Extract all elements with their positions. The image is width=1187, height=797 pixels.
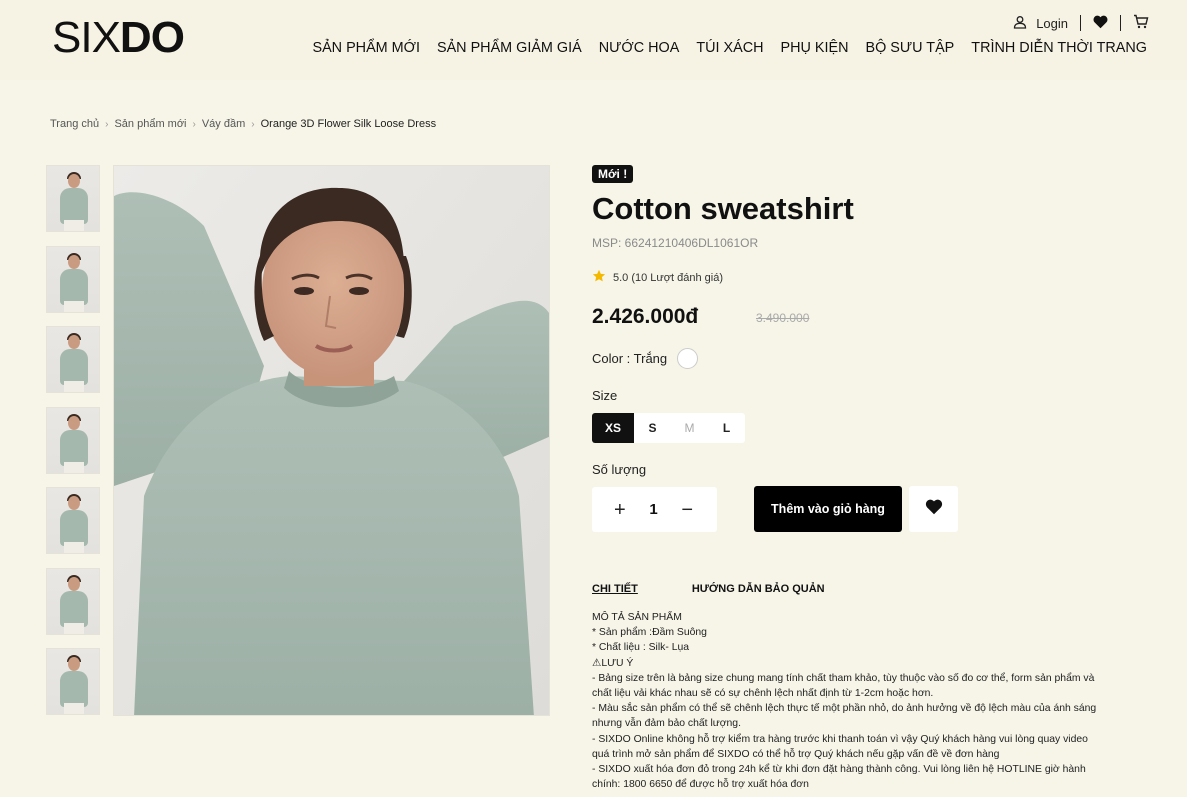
quantity-stepper: + 1 −	[592, 487, 717, 532]
site-header: SIXDO Login SẢN PHẨM MỚI SẢN PHẨM GIẢM G…	[0, 0, 1187, 80]
description-line: * Chất liệu : Silk- Lụa	[592, 642, 690, 654]
breadcrumb-home[interactable]: Trang chủ	[50, 118, 99, 130]
thumbnail-gallery	[46, 165, 100, 729]
size-option-m[interactable]: M	[671, 413, 708, 443]
color-swatch-white[interactable]	[677, 348, 699, 369]
detail-tabs: CHI TIẾT HƯỚNG DẪN BẢO QUẢN	[592, 583, 825, 595]
size-selector: XS S M L	[592, 413, 745, 443]
divider	[1120, 15, 1121, 31]
product-rating[interactable]: 5.0 (10 Lượt đánh giá)	[592, 269, 723, 286]
original-price: 3.490.000	[756, 311, 810, 325]
chevron-right-icon: ›	[251, 118, 255, 130]
product-thumbnail[interactable]	[46, 326, 100, 393]
utility-bar: Login	[1013, 14, 1149, 32]
size-label: Size	[592, 388, 618, 403]
star-icon	[592, 269, 606, 286]
description-heading: MÔ TẢ SẢN PHẨM	[592, 612, 682, 623]
tab-care-instructions[interactable]: HƯỚNG DẪN BẢO QUẢN	[692, 583, 825, 595]
sixdo-logo[interactable]: SIXDO	[52, 13, 185, 62]
heart-icon	[925, 499, 943, 520]
login-label: Login	[1036, 15, 1068, 31]
nav-item-new-products[interactable]: SẢN PHẨM MỚI	[312, 40, 420, 56]
product-thumbnail[interactable]	[46, 648, 100, 715]
main-nav: SẢN PHẨM MỚI SẢN PHẨM GIẢM GIÁ NƯỚC HOA …	[312, 40, 1147, 56]
nav-item-handbags[interactable]: TÚI XÁCH	[696, 40, 763, 56]
size-option-l[interactable]: L	[708, 413, 745, 443]
logo-light-text: SIX	[52, 13, 121, 62]
main-product-image[interactable]	[113, 165, 550, 716]
breadcrumb-new-products[interactable]: Sản phẩm mới	[114, 118, 186, 130]
model-photo	[114, 166, 549, 715]
nav-item-fashion-show[interactable]: TRÌNH DIỄN THỜI TRANG	[971, 40, 1147, 56]
add-to-cart-button[interactable]: Thêm vào giỏ hàng	[754, 486, 902, 532]
cart-icon[interactable]	[1133, 14, 1149, 32]
breadcrumb: Trang chủ › Sản phẩm mới › Váy đầm › Ora…	[50, 118, 436, 130]
product-description: MÔ TẢ SẢN PHẨM * Sản phẩm :Đầm Suông * C…	[592, 610, 1100, 792]
chevron-right-icon: ›	[192, 118, 196, 130]
product-thumbnail[interactable]	[46, 567, 100, 635]
nav-item-collections[interactable]: BỘ SƯU TẬP	[865, 40, 954, 56]
nav-item-perfume[interactable]: NƯỚC HOA	[599, 40, 680, 56]
description-note-heading: ⚠LƯU Ý	[592, 657, 634, 669]
description-line: - Bảng size trên là bảng size chung mang…	[592, 672, 1095, 700]
size-option-xs[interactable]: XS	[592, 413, 634, 443]
quantity-label: Số lượng	[592, 462, 647, 477]
product-sku: MSP: 66241210406DL1061OR	[592, 236, 759, 250]
description-line: - SIXDO Online không hỗ trợ kiểm tra hàn…	[592, 733, 1088, 760]
login-link[interactable]: Login	[1013, 15, 1068, 32]
chevron-right-icon: ›	[105, 118, 109, 130]
new-badge: Mới !	[592, 165, 634, 183]
wishlist-heart-icon[interactable]	[1093, 15, 1108, 32]
description-line: * Sản phẩm :Đầm Suông	[592, 627, 707, 639]
description-line: - SIXDO xuất hóa đơn đỏ trong 24h kể từ …	[592, 764, 1086, 791]
product-thumbnail[interactable]	[46, 406, 100, 474]
increase-quantity-button[interactable]: +	[614, 500, 626, 520]
current-price: 2.426.000đ	[592, 305, 699, 328]
product-thumbnail[interactable]	[46, 165, 100, 232]
rating-text: 5.0 (10 Lượt đánh giá)	[613, 271, 723, 284]
breadcrumb-dresses[interactable]: Váy đầm	[202, 118, 245, 130]
size-option-s[interactable]: S	[634, 413, 671, 443]
breadcrumb-current: Orange 3D Flower Silk Loose Dress	[260, 118, 437, 130]
tab-details[interactable]: CHI TIẾT	[592, 583, 638, 595]
color-label: Color : Trắng	[592, 351, 668, 366]
description-line: - Màu sắc sản phẩm có thể sẽ chênh lệch …	[592, 703, 1097, 730]
nav-item-sale[interactable]: SẢN PHẨM GIẢM GIÁ	[437, 40, 582, 56]
add-to-wishlist-button[interactable]	[909, 486, 958, 532]
logo-bold-text: DO	[119, 13, 185, 62]
color-selector: Color : Trắng	[592, 348, 699, 369]
user-icon	[1013, 15, 1027, 32]
quantity-value[interactable]: 1	[649, 501, 657, 518]
product-title: Cotton sweatshirt	[592, 191, 854, 226]
product-thumbnail[interactable]	[46, 245, 100, 313]
product-thumbnail[interactable]	[46, 487, 100, 554]
nav-item-accessories[interactable]: PHỤ KIỆN	[781, 40, 849, 56]
divider	[1080, 15, 1081, 31]
decrease-quantity-button[interactable]: −	[681, 500, 693, 520]
